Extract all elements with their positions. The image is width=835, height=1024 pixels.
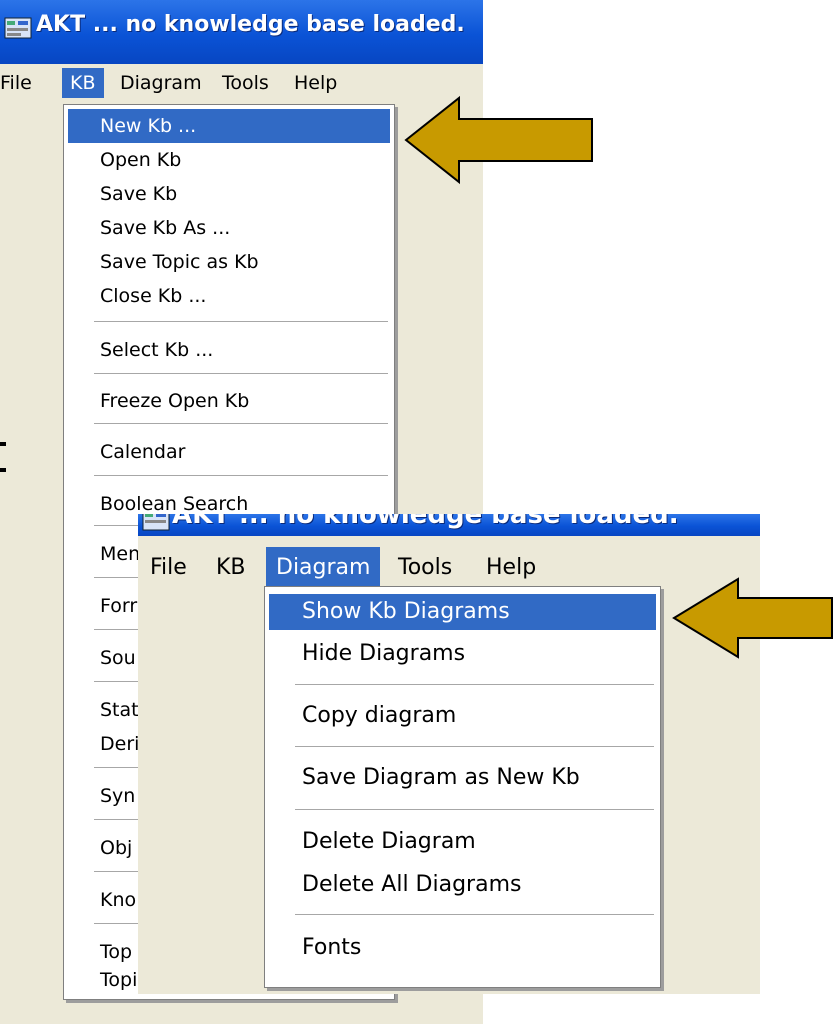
menu-item-fonts[interactable]: Fonts [269, 930, 656, 966]
pointer-arrow-icon [404, 95, 593, 185]
menu-item-delete-diagram[interactable]: Delete Diagram [269, 824, 656, 860]
menu-item-close-kb[interactable]: Close Kb ... [68, 279, 390, 313]
menu-tools[interactable]: Tools [214, 68, 277, 98]
menu-file[interactable]: File [0, 68, 40, 98]
title-bar[interactable]: AKT ... no knowledge base loaded. [0, 0, 483, 64]
menu-diagram[interactable]: Diagram [112, 68, 210, 98]
menu-item-open-kb[interactable]: Open Kb [68, 143, 390, 177]
menu-item-freeze-open-kb[interactable]: Freeze Open Kb [68, 384, 390, 418]
menu-item-hide-diagrams[interactable]: Hide Diagrams [269, 636, 656, 672]
partial-glyph [0, 438, 14, 488]
title-bar[interactable]: AKT ... no knowledge base loaded. [138, 514, 760, 536]
menu-item-save-diagram-as-new-kb[interactable]: Save Diagram as New Kb [269, 760, 656, 796]
menu-tools[interactable]: Tools [388, 547, 462, 589]
menu-item-save-kb-as[interactable]: Save Kb As ... [68, 211, 390, 245]
menu-item-copy-diagram[interactable]: Copy diagram [269, 698, 656, 734]
menu-separator [94, 475, 388, 477]
menu-file[interactable]: File [140, 547, 197, 589]
menu-item-new-kb[interactable]: New Kb ... [68, 109, 390, 143]
menu-item-save-kb[interactable]: Save Kb [68, 177, 390, 211]
menu-separator [94, 321, 388, 323]
menu-item-show-kb-diagrams[interactable]: Show Kb Diagrams [269, 594, 656, 630]
menu-kb[interactable]: KB [62, 68, 104, 98]
menu-separator [94, 373, 388, 375]
window-title: AKT ... no knowledge base loaded. [36, 12, 465, 37]
app-icon [4, 17, 32, 39]
menu-diagram[interactable]: Diagram [266, 547, 381, 589]
menu-help[interactable]: Help [476, 547, 546, 589]
menu-item-save-topic-as-kb[interactable]: Save Topic as Kb [68, 245, 390, 279]
menu-separator [295, 746, 654, 748]
menu-item-delete-all-diagrams[interactable]: Delete All Diagrams [269, 867, 656, 903]
menu-item-calendar[interactable]: Calendar [68, 435, 390, 469]
menu-separator [94, 423, 388, 425]
diagram-dropdown-menu: Show Kb Diagrams Hide Diagrams Copy diag… [264, 586, 661, 988]
pointer-arrow-icon [672, 577, 833, 659]
menu-kb[interactable]: KB [206, 547, 256, 589]
menu-item-select-kb[interactable]: Select Kb ... [68, 333, 390, 367]
window-title: AKT ... no knowledge base loaded. [172, 514, 679, 530]
menu-separator [295, 809, 654, 811]
menu-help[interactable]: Help [286, 68, 345, 98]
menu-separator [295, 914, 654, 916]
app-icon [142, 514, 170, 531]
menu-separator [295, 684, 654, 686]
